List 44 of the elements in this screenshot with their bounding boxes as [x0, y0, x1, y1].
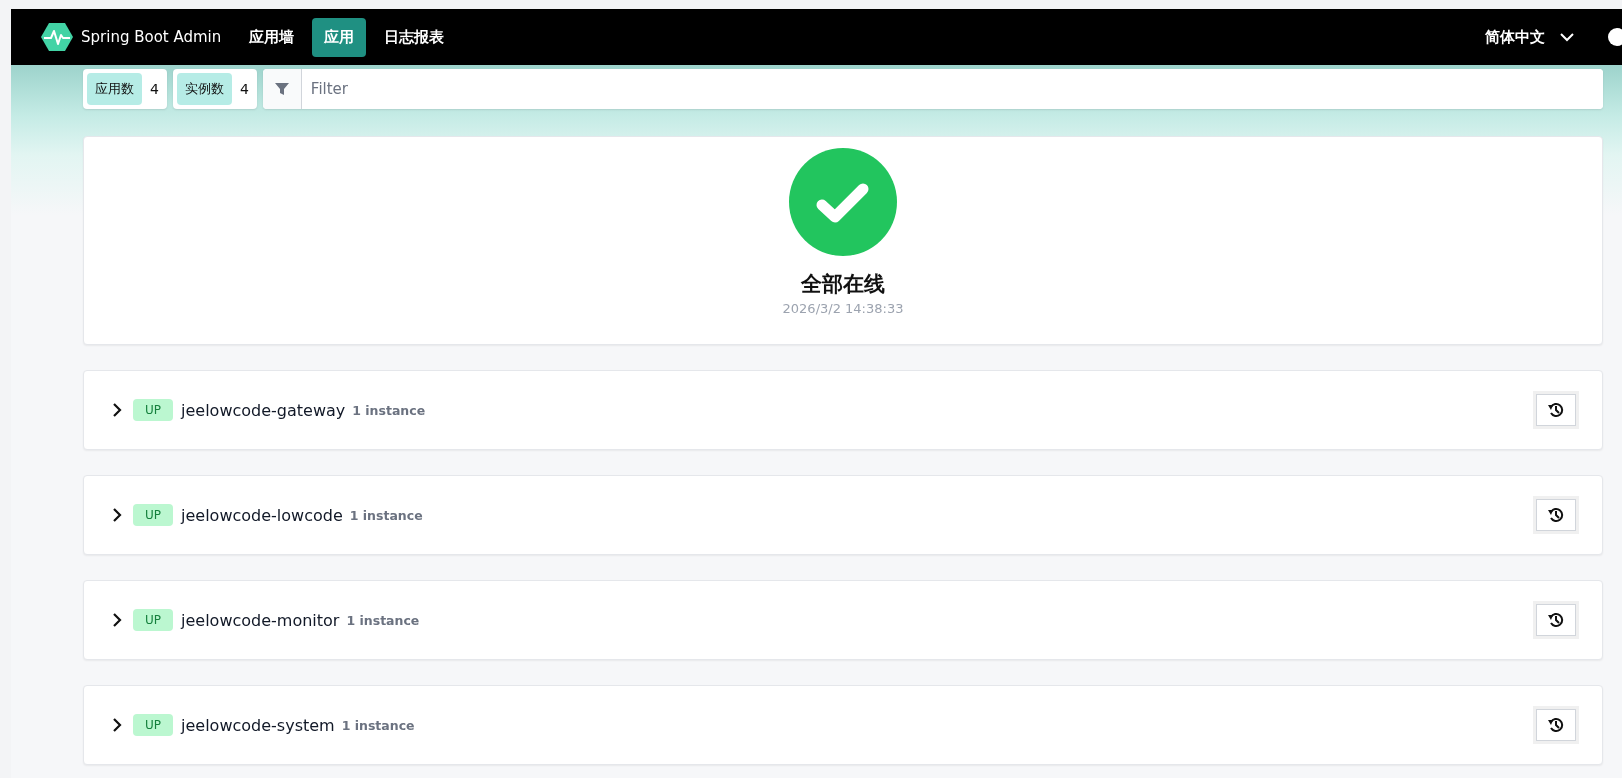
history-button[interactable] — [1536, 604, 1576, 636]
instance-count: 1 instance — [352, 402, 426, 418]
application-name: jeelowcode-monitor — [181, 610, 340, 630]
application-name: jeelowcode-gateway — [181, 400, 346, 420]
history-icon — [1548, 402, 1564, 418]
status-timestamp: 2026/3/2 14:38:33 — [782, 301, 904, 316]
status-title: 全部在线 — [801, 271, 885, 298]
chevron-right-icon[interactable] — [111, 716, 123, 734]
application-row[interactable]: UP jeelowcode-gateway 1 instance — [83, 370, 1603, 450]
application-name: jeelowcode-lowcode — [181, 505, 343, 525]
instance-count: 1 instance — [346, 612, 420, 628]
status-badge: UP — [133, 504, 174, 526]
chevron-right-icon[interactable] — [111, 401, 123, 419]
nav-tab[interactable]: 应用墙 — [237, 17, 307, 57]
stat-value: 4 — [150, 81, 159, 97]
chevron-right-icon[interactable] — [111, 611, 123, 629]
stat-label: 实例数 — [176, 73, 232, 105]
application-row[interactable]: UP jeelowcode-monitor 1 instance — [83, 580, 1603, 660]
nav-tab[interactable]: 日志报表 — [372, 17, 457, 57]
chevron-right-icon[interactable] — [111, 506, 123, 524]
check-circle-icon — [789, 148, 897, 256]
nav-tab[interactable]: 应用 — [312, 17, 367, 57]
application-name: jeelowcode-system — [181, 715, 335, 735]
stat-value: 4 — [239, 81, 249, 97]
history-icon — [1548, 717, 1564, 733]
history-button[interactable] — [1536, 394, 1576, 426]
brand-name[interactable]: Spring Boot Admin — [81, 28, 222, 46]
status-badge: UP — [133, 609, 174, 631]
status-badge: UP — [133, 399, 174, 421]
logo-icon — [41, 23, 73, 51]
instance-count: 1 instance — [349, 507, 423, 523]
language-dropdown[interactable]: 简体中文 — [1479, 26, 1581, 48]
instance-count: 1 instance — [341, 717, 415, 733]
application-row[interactable]: UP jeelowcode-system 1 instance — [83, 685, 1603, 765]
stat-label: 应用数 — [87, 73, 142, 105]
filter-icon — [274, 82, 289, 96]
history-button[interactable] — [1536, 499, 1576, 531]
history-icon — [1548, 507, 1564, 523]
history-icon — [1548, 612, 1564, 628]
application-row[interactable]: UP jeelowcode-lowcode 1 instance — [83, 475, 1603, 555]
history-button[interactable] — [1536, 709, 1576, 741]
filter-field[interactable]: Filter — [262, 69, 1603, 109]
status-badge: UP — [133, 714, 174, 736]
chevron-down-icon — [1559, 32, 1575, 42]
